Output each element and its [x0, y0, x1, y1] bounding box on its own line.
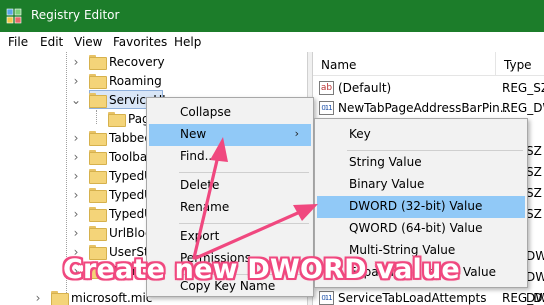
value-row-newtab[interactable]: 011 NewTabPageAddressBarPin... REG_DW [313, 98, 544, 119]
registry-editor-window: Registry Editor File Edit View Favorites… [0, 0, 544, 305]
folder-icon [89, 188, 107, 203]
value-type: REG_SZ [502, 81, 544, 95]
folder-icon [89, 207, 107, 222]
menu-item-export[interactable]: Export [149, 226, 311, 248]
folder-icon [108, 112, 126, 127]
folder-icon [89, 169, 107, 184]
chevron-right-icon[interactable]: › [70, 185, 82, 206]
menu-item-new[interactable]: New › [149, 124, 311, 146]
menu-view[interactable]: View [74, 35, 102, 49]
menu-file[interactable]: File [8, 35, 28, 49]
menu-edit[interactable]: Edit [40, 35, 63, 49]
string-value-icon: ab [319, 81, 334, 95]
binary-value-icon: 011 [319, 101, 334, 115]
chevron-right-icon[interactable]: › [70, 128, 82, 149]
chevron-right-icon[interactable]: › [70, 52, 82, 73]
value-row-default[interactable]: ab (Default) REG_SZ [313, 78, 544, 99]
value-name: (Default) [338, 81, 392, 95]
tree-item-label: Toolba [109, 150, 148, 164]
menu-separator [179, 172, 309, 173]
tree-item-label: Roaming [109, 74, 162, 88]
value-type: DW [526, 249, 544, 263]
value-type: REG_DW [502, 291, 544, 305]
folder-icon [89, 226, 107, 241]
chevron-right-icon[interactable]: › [70, 166, 82, 187]
submenu-item-dword-value[interactable]: DWORD (32-bit) Value [317, 196, 525, 218]
value-type: SZ [526, 144, 542, 158]
column-header-name[interactable]: Name [313, 52, 496, 76]
folder-icon [89, 131, 107, 146]
chevron-right-icon[interactable]: › [70, 71, 82, 92]
tree-item-label: Recovery [109, 55, 165, 69]
submenu-item-binary-value[interactable]: Binary Value [317, 174, 525, 196]
chevron-right-icon: › [294, 127, 299, 140]
value-type: SZ [526, 165, 542, 179]
menu-bar: File Edit View Favorites Help [0, 32, 544, 52]
value-type: SZ [526, 186, 542, 200]
menu-item-rename[interactable]: Rename [149, 197, 311, 219]
menu-favorites[interactable]: Favorites [113, 35, 167, 49]
menu-item-delete[interactable]: Delete [149, 175, 311, 197]
value-type: SZ [526, 207, 542, 221]
value-type: DW [526, 270, 544, 284]
menu-help[interactable]: Help [174, 35, 201, 49]
menu-item-collapse[interactable]: Collapse [149, 102, 311, 124]
binary-value-icon: 011 [319, 291, 334, 305]
submenu-item-qword-value[interactable]: QWORD (64-bit) Value [317, 218, 525, 240]
value-name: NewTabPageAddressBarPin... [338, 101, 512, 115]
annotation-caption: Create new DWORD value [63, 254, 460, 285]
registry-editor-app-icon [6, 8, 22, 24]
window-title: Registry Editor [31, 8, 120, 22]
chevron-right-icon[interactable]: › [70, 147, 82, 168]
submenu-item-key[interactable]: Key [317, 124, 525, 146]
menu-item-label: New [180, 127, 207, 141]
chevron-down-icon[interactable]: ⌄ [70, 90, 82, 111]
column-header-type[interactable]: Type [496, 52, 544, 76]
folder-icon [89, 55, 107, 70]
folder-icon [51, 291, 69, 305]
title-bar: Registry Editor [0, 0, 544, 32]
tree-item-label: microsoft.mic [71, 291, 153, 305]
submenu-item-string-value[interactable]: String Value [317, 152, 525, 174]
folder-icon [89, 150, 107, 165]
menu-item-find[interactable]: Find... [149, 146, 311, 168]
chevron-right-icon[interactable]: › [70, 204, 82, 225]
chevron-right-icon[interactable]: › [70, 223, 82, 244]
chevron-right-icon[interactable]: › [32, 288, 44, 305]
value-name: ServiceTabLoadAttempts [338, 291, 487, 305]
tree-item-roaming[interactable]: › Roaming [0, 71, 300, 92]
tree-item-recovery[interactable]: › Recovery [0, 52, 300, 73]
value-row-service-tab[interactable]: 011 ServiceTabLoadAttempts REG_DW [313, 288, 544, 305]
menu-separator [347, 150, 523, 151]
menu-separator [179, 223, 309, 224]
folder-icon [89, 74, 107, 89]
value-type: REG_DW [502, 101, 544, 115]
folder-icon [89, 93, 107, 108]
